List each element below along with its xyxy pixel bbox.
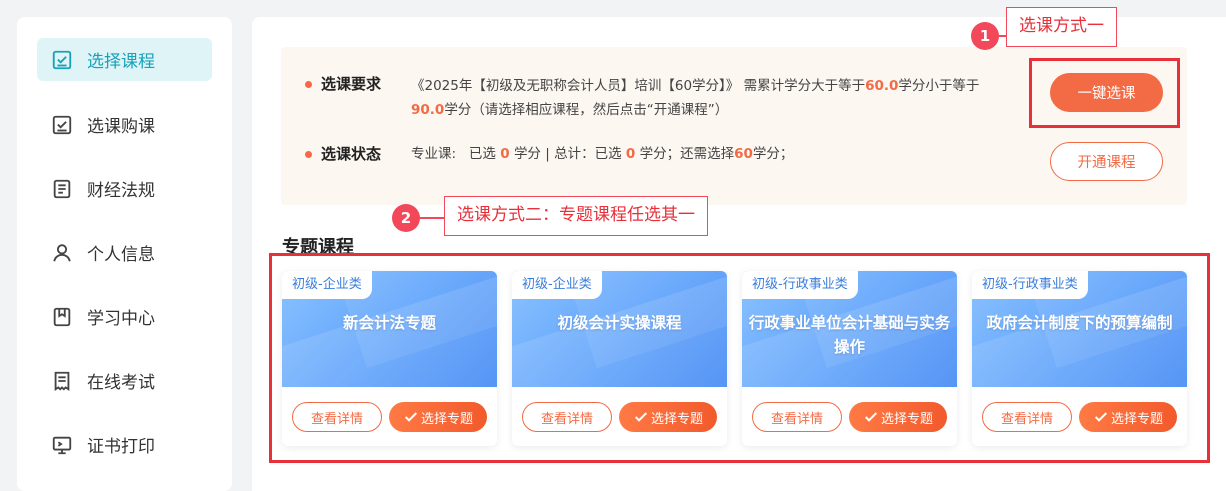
check-icon xyxy=(864,412,878,422)
view-detail-button[interactable]: 查看详情 xyxy=(292,402,382,432)
select-topic-button[interactable]: 选择专题 xyxy=(1079,402,1177,432)
sidebar-item-learning-center[interactable]: 学习中心 xyxy=(37,295,212,338)
certificate-icon xyxy=(52,436,72,454)
status-text-part: 学分 | 总计：已选 xyxy=(513,146,622,162)
sidebar-item-certificate-print[interactable]: 证书打印 xyxy=(37,423,212,466)
course-card: 初级-行政事业类 行政事业单位会计基础与实务操作 查看详情 选择专题 xyxy=(742,271,957,446)
requirement-text: 《2025年【初级及无职称会计人员】培训【60学分】》 需累计学分大于等于60.… xyxy=(411,74,1003,122)
max-credit: 90.0 xyxy=(411,102,445,118)
course-tag: 初级-企业类 xyxy=(512,271,602,299)
user-icon xyxy=(53,243,71,262)
course-card: 初级-企业类 新会计法专题 查看详情 选择专题 xyxy=(282,271,497,446)
document-icon xyxy=(53,179,71,198)
main-panel: 选课要求 《2025年【初级及无职称会计人员】培训【60学分】》 需累计学分大于… xyxy=(252,17,1226,491)
check-icon xyxy=(404,412,418,422)
status-text-part: 学分；还需选择 xyxy=(639,146,735,162)
course-title: 政府会计制度下的预算编制 xyxy=(986,313,1173,332)
annotation-marker-two: 2 xyxy=(392,204,420,232)
course-tag: 初级-行政事业类 xyxy=(742,271,858,299)
bullet-dot xyxy=(305,151,312,158)
professional-selected: 0 xyxy=(500,146,510,162)
annotation-label-one: 选课方式一 xyxy=(1006,7,1117,47)
sidebar-item-select-course[interactable]: 选择课程 xyxy=(37,38,212,81)
checkbox-icon xyxy=(52,115,72,134)
select-topic-label: 选择专题 xyxy=(1110,411,1163,427)
course-tag: 初级-企业类 xyxy=(282,271,372,299)
requirement-text-part: 《2025年【初级及无职称会计人员】培训【60学分】》 需累计学分大于等于 xyxy=(411,78,866,94)
course-card: 初级-企业类 初级会计实操课程 查看详情 选择专题 xyxy=(512,271,727,446)
status-text-part: 专业课: 已选 xyxy=(411,146,496,162)
check-icon xyxy=(634,412,648,422)
one-key-select-button[interactable]: 一键选课 xyxy=(1050,73,1163,112)
select-topic-label: 选择专题 xyxy=(420,411,473,427)
sidebar-item-label: 个人信息 xyxy=(87,245,155,265)
view-detail-button[interactable]: 查看详情 xyxy=(752,402,842,432)
course-cover: 初级-企业类 初级会计实操课程 xyxy=(512,271,727,387)
sidebar-item-label: 选择课程 xyxy=(87,52,155,72)
course-title: 新会计法专题 xyxy=(342,313,436,332)
status-label: 选课状态 xyxy=(321,145,382,163)
total-selected: 0 xyxy=(625,146,636,162)
sidebar-item-label: 证书打印 xyxy=(87,437,155,457)
requirement-row: 选课要求 《2025年【初级及无职称会计人员】培训【60学分】》 需累计学分大于… xyxy=(305,74,1003,122)
annotation-connector xyxy=(998,35,1006,37)
annotation-connector xyxy=(419,217,444,219)
sidebar: 选择课程 选课购课 财经法规 个人信息 学习中心 在线考试 证书打印 xyxy=(17,17,232,491)
sidebar-item-personal-info[interactable]: 个人信息 xyxy=(37,231,212,274)
course-card: 初级-行政事业类 政府会计制度下的预算编制 查看详情 选择专题 xyxy=(972,271,1187,446)
course-title: 行政事业单位会计基础与实务操作 xyxy=(748,313,951,356)
course-cover: 初级-企业类 新会计法专题 xyxy=(282,271,497,387)
sidebar-item-label: 选课购课 xyxy=(87,117,155,137)
bullet-dot xyxy=(305,81,312,88)
sidebar-item-label: 学习中心 xyxy=(87,309,155,329)
view-detail-button[interactable]: 查看详情 xyxy=(982,402,1072,432)
requirement-panel: 选课要求 《2025年【初级及无职称会计人员】培训【60学分】》 需累计学分大于… xyxy=(281,47,1187,205)
open-course-button[interactable]: 开通课程 xyxy=(1050,142,1163,181)
check-icon xyxy=(1094,412,1108,422)
course-cover: 初级-行政事业类 政府会计制度下的预算编制 xyxy=(972,271,1187,387)
status-text: 专业课: 已选 0 学分 | 总计：已选 0 学分；还需选择60学分； xyxy=(411,144,1003,165)
annotation-label-two: 选课方式二：专题课程任选其一 xyxy=(444,196,708,236)
view-detail-button[interactable]: 查看详情 xyxy=(522,402,612,432)
select-topic-button[interactable]: 选择专题 xyxy=(619,402,717,432)
requirement-text-part: 学分小于等于 xyxy=(898,78,980,94)
status-row: 选课状态 专业课: 已选 0 学分 | 总计：已选 0 学分；还需选择60学分； xyxy=(305,144,1003,165)
bookmark-icon xyxy=(53,307,71,326)
select-topic-label: 选择专题 xyxy=(650,411,703,427)
select-topic-label: 选择专题 xyxy=(880,411,933,427)
sidebar-item-online-exam[interactable]: 在线考试 xyxy=(37,359,212,402)
exam-icon xyxy=(54,371,70,391)
requirement-text-part: 学分（请选择相应课程，然后点击“开通课程”） xyxy=(444,102,729,118)
checkbox-icon xyxy=(52,50,72,69)
course-title: 初级会计实操课程 xyxy=(557,313,682,332)
course-cover: 初级-行政事业类 行政事业单位会计基础与实务操作 xyxy=(742,271,957,387)
select-topic-button[interactable]: 选择专题 xyxy=(389,402,487,432)
status-text-part: 学分； xyxy=(752,146,794,162)
select-topic-button[interactable]: 选择专题 xyxy=(849,402,947,432)
section-title: 专题课程 xyxy=(282,237,354,258)
remaining-credits: 60 xyxy=(734,146,753,162)
sidebar-item-label: 在线考试 xyxy=(87,373,155,393)
annotation-marker-one: 1 xyxy=(971,22,999,50)
requirement-label: 选课要求 xyxy=(321,75,382,93)
sidebar-item-label: 财经法规 xyxy=(87,181,155,201)
course-tag: 初级-行政事业类 xyxy=(972,271,1088,299)
sidebar-item-finance-law[interactable]: 财经法规 xyxy=(37,167,212,210)
min-credit: 60.0 xyxy=(865,78,899,94)
sidebar-item-buy-course[interactable]: 选课购课 xyxy=(37,103,212,146)
